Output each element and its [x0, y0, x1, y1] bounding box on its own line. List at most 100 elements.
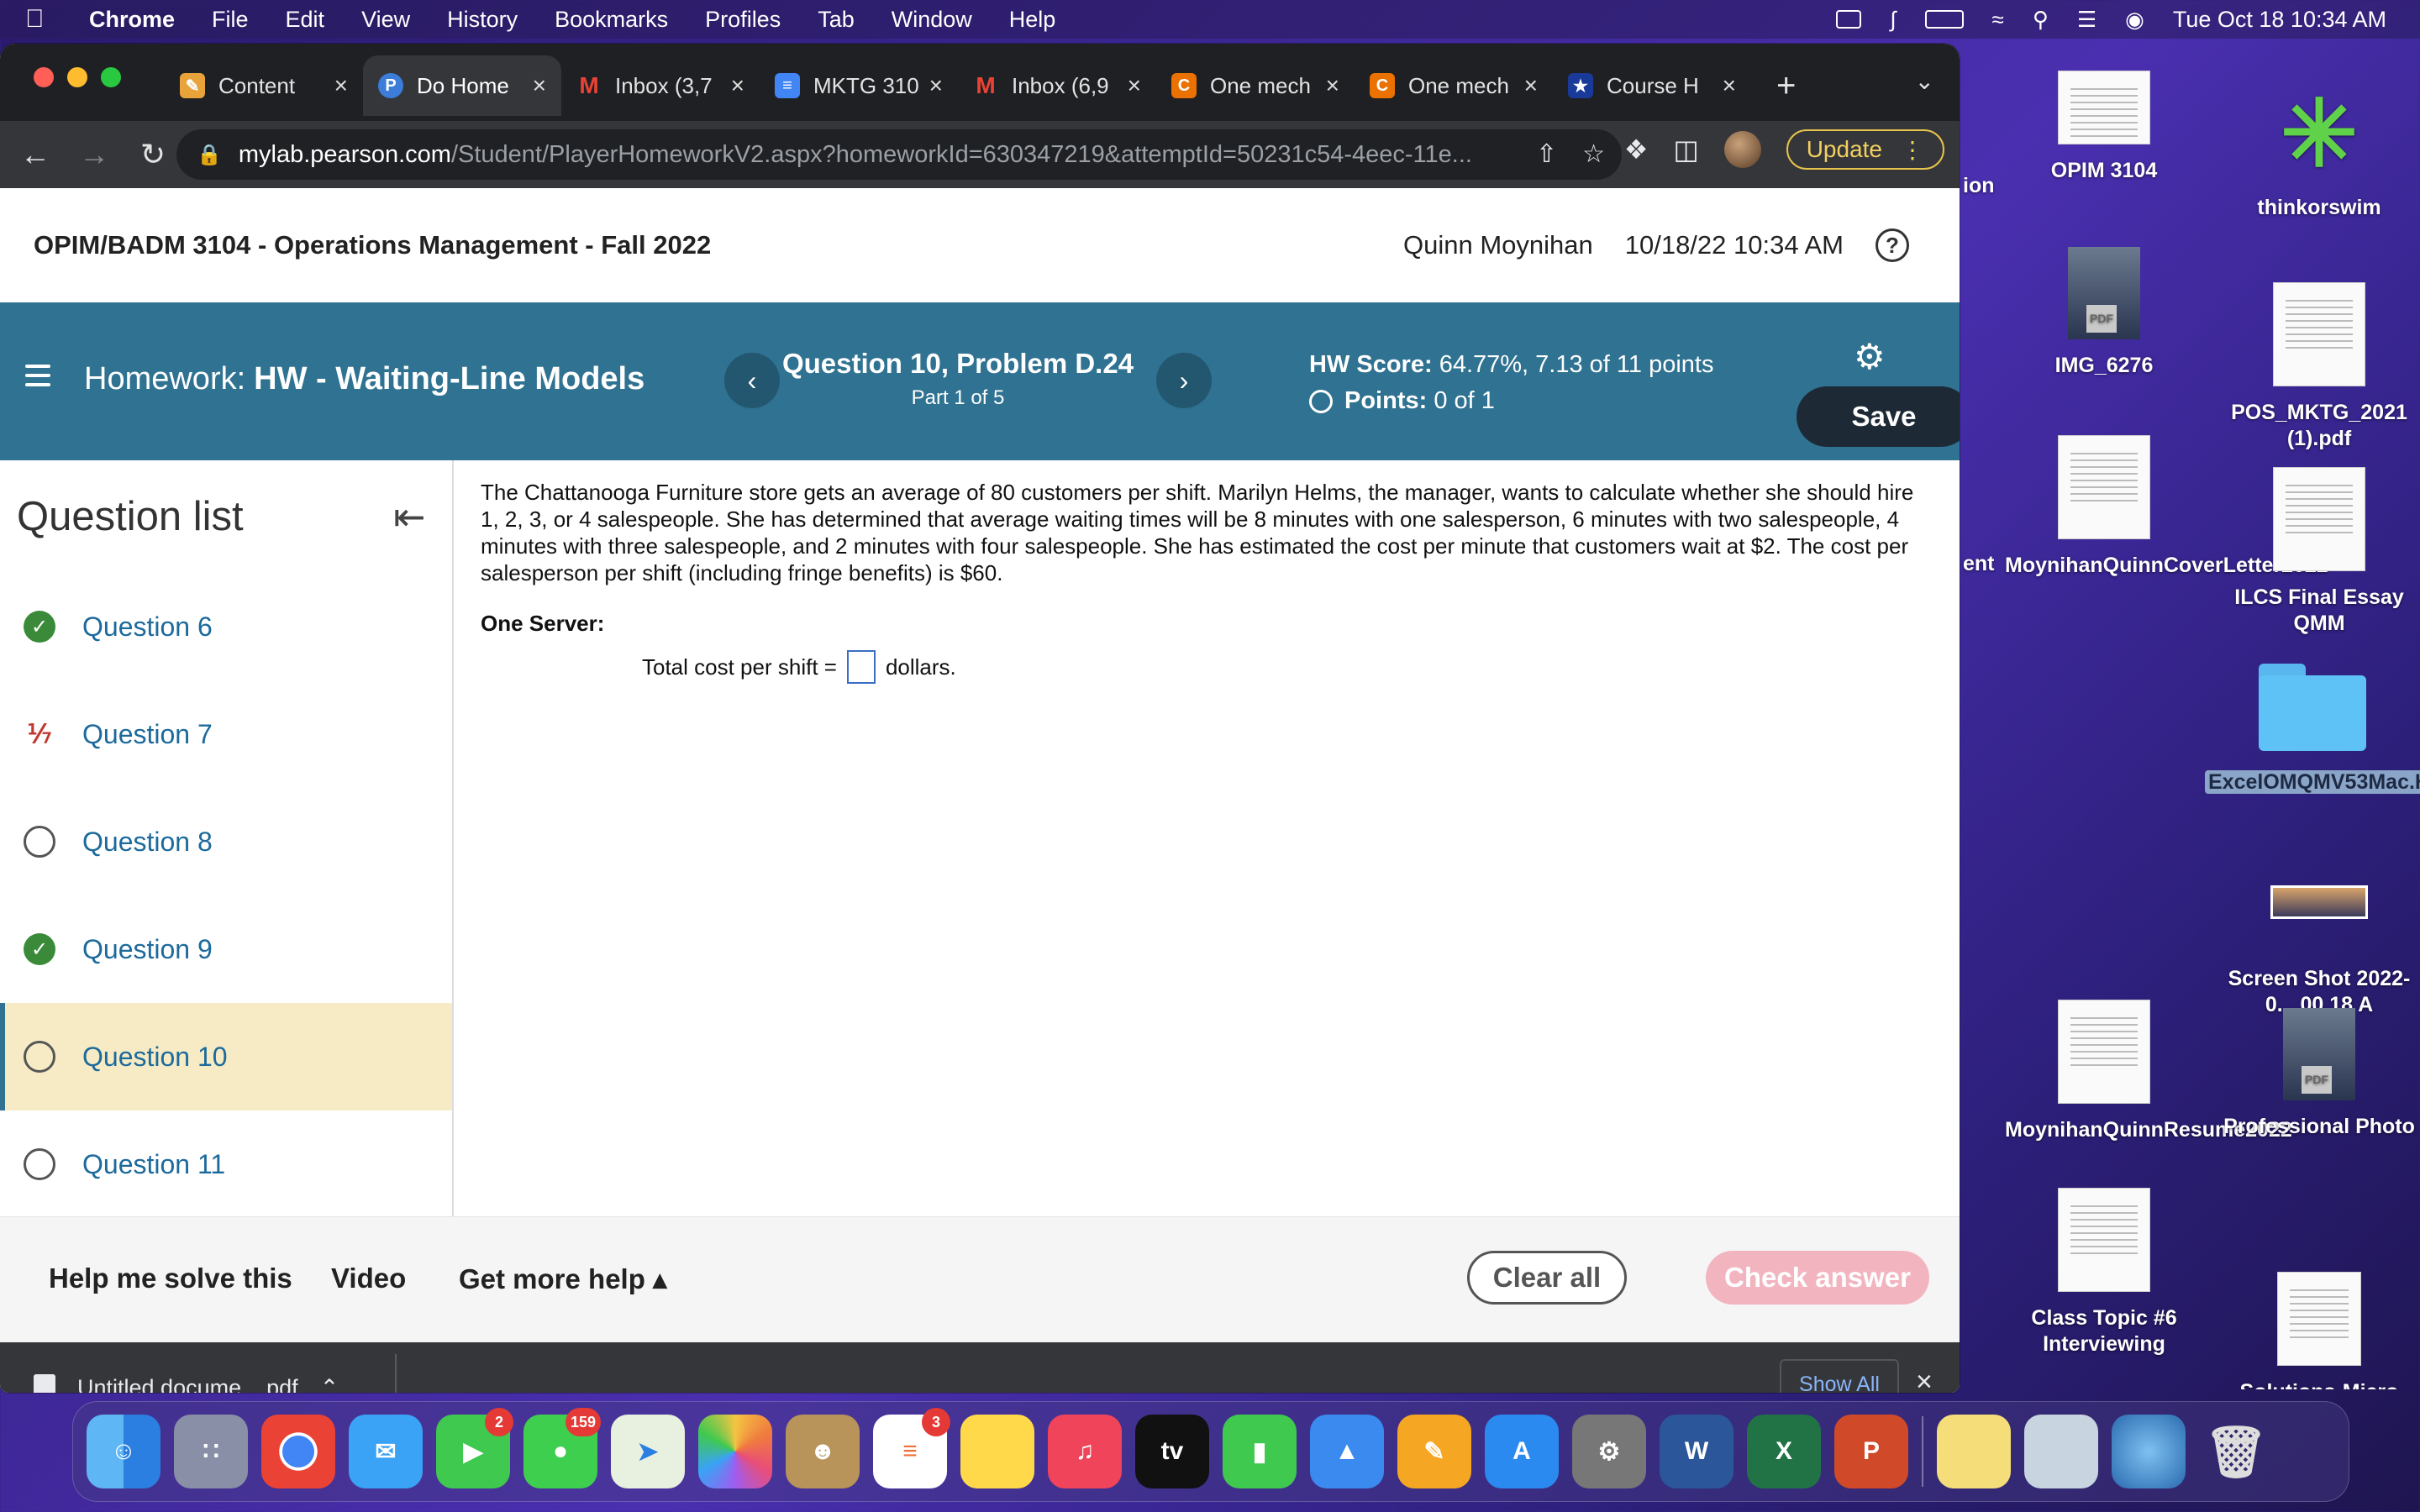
- maps-icon[interactable]: ➤: [611, 1415, 685, 1488]
- close-tab-icon[interactable]: ×: [1723, 72, 1736, 99]
- close-tab-icon[interactable]: ×: [533, 72, 546, 99]
- update-button[interactable]: Update ⋮: [1786, 129, 1944, 170]
- menu-view[interactable]: View: [361, 7, 410, 33]
- side-panel-icon[interactable]: ◫: [1673, 134, 1698, 165]
- tab-inbox-1[interactable]: M Inbox (3,7 ×: [561, 55, 760, 116]
- reload-icon[interactable]: ↻: [129, 137, 176, 172]
- menu-edit[interactable]: Edit: [286, 7, 325, 33]
- share-icon[interactable]: ⇧: [1536, 139, 1557, 169]
- question-list-item-10[interactable]: Question 10: [0, 1003, 452, 1110]
- question-list-item-7[interactable]: ⅐ Question 7: [0, 680, 452, 788]
- question-list-item-6[interactable]: ✓ Question 6: [0, 573, 452, 680]
- desktop-item-solutions[interactable]: Solutions-Micro 2021(2) 2: [2218, 1272, 2420, 1389]
- finder-icon[interactable]: ☺: [87, 1415, 160, 1488]
- excel-icon[interactable]: X: [1747, 1415, 1821, 1488]
- desktop-item-thinkorswim[interactable]: ✳ thinkorswim: [2218, 84, 2420, 221]
- tab-do-homework[interactable]: P Do Home ×: [363, 55, 561, 116]
- clear-all-button[interactable]: Clear all: [1467, 1251, 1627, 1305]
- close-tab-icon[interactable]: ×: [1524, 72, 1538, 99]
- keynote-icon[interactable]: ▲: [1310, 1415, 1384, 1488]
- numbers-icon[interactable]: ▮: [1223, 1415, 1297, 1488]
- trash-icon[interactable]: 🗑: [2199, 1415, 2273, 1488]
- menubar-clock[interactable]: Tue Oct 18 10:34 AM: [2173, 7, 2386, 33]
- facetime-icon[interactable]: ▶ 2: [436, 1408, 513, 1488]
- siri-icon[interactable]: ◉: [2125, 7, 2144, 33]
- apple-menu-icon[interactable]: : [25, 5, 55, 34]
- desktop-item-img6276[interactable]: IMG_6276: [2005, 247, 2203, 379]
- help-me-solve-link[interactable]: Help me solve this: [49, 1263, 292, 1294]
- network-globe-icon[interactable]: [2112, 1415, 2186, 1488]
- pages-icon[interactable]: ✎: [1397, 1415, 1471, 1488]
- address-bar[interactable]: 🔒 mylab.pearson.com/Student/PlayerHomewo…: [176, 129, 1622, 180]
- control-center-icon[interactable]: ☰: [2077, 7, 2096, 33]
- tab-content[interactable]: ✎ Content ×: [165, 55, 363, 116]
- mail-icon[interactable]: ✉: [349, 1415, 423, 1488]
- close-tab-icon[interactable]: ×: [1128, 72, 1141, 99]
- word-icon[interactable]: W: [1660, 1415, 1733, 1488]
- video-link[interactable]: Video: [331, 1263, 406, 1294]
- preview-icon[interactable]: [2024, 1415, 2098, 1488]
- tab-inbox-2[interactable]: M Inbox (6,9 ×: [958, 55, 1156, 116]
- desktop-item-opim[interactable]: OPIM 3104: [2005, 71, 2203, 184]
- input-source-icon[interactable]: [1836, 10, 1862, 29]
- desktop-item-resume[interactable]: MoynihanQuinnResume2022: [2005, 1000, 2292, 1143]
- zoom-window-button[interactable]: [101, 67, 121, 87]
- question-list-item-9[interactable]: ✓ Question 9: [0, 895, 452, 1003]
- total-cost-input[interactable]: [846, 650, 876, 684]
- reminders-icon[interactable]: ≡ 3: [873, 1408, 950, 1488]
- close-tab-icon[interactable]: ×: [929, 72, 943, 99]
- lock-icon[interactable]: 🔒: [197, 143, 222, 167]
- desktop-item-excel-folder[interactable]: ExcelOMQMV53Mac.Heizer: [2205, 655, 2420, 795]
- tab-one-mech-2[interactable]: C One mech ×: [1355, 55, 1553, 116]
- notes-icon[interactable]: [960, 1415, 1034, 1488]
- close-tab-icon[interactable]: ×: [334, 72, 348, 99]
- tab-course-h[interactable]: ★ Course H ×: [1553, 55, 1751, 116]
- battery-icon[interactable]: [1924, 10, 1964, 29]
- close-tab-icon[interactable]: ×: [731, 72, 744, 99]
- desktop-item-cover-letter[interactable]: MoynihanQuinnCoverLetter2022: [2005, 435, 2328, 579]
- collapse-panel-icon[interactable]: ⇤: [393, 494, 426, 539]
- chevron-up-icon[interactable]: ⌃: [320, 1375, 339, 1394]
- download-item[interactable]: Untitled docume....pdf ⌃: [34, 1374, 339, 1393]
- minimize-window-button[interactable]: [67, 67, 87, 87]
- show-all-button[interactable]: Show All: [1780, 1359, 1899, 1393]
- desktop-item-screenshot[interactable]: Screen Shot 2022-0....00.18 A: [2218, 885, 2420, 1018]
- app-store-icon[interactable]: A: [1485, 1415, 1559, 1488]
- menu-help[interactable]: Help: [1009, 7, 1056, 33]
- system-preferences-icon[interactable]: ⚙: [1572, 1415, 1646, 1488]
- back-arrow-icon[interactable]: ←: [12, 137, 59, 172]
- new-tab-button[interactable]: +: [1776, 67, 1796, 105]
- menu-chrome[interactable]: Chrome: [89, 7, 175, 33]
- menu-window[interactable]: Window: [892, 7, 972, 33]
- menu-file[interactable]: File: [212, 7, 249, 33]
- menu-tab[interactable]: Tab: [818, 7, 855, 33]
- desktop-item-pos-mktg[interactable]: POS_MKTG_2021 (1).pdf: [2218, 282, 2420, 452]
- launchpad-icon[interactable]: ∷: [174, 1415, 248, 1488]
- desktop-item-ilcs-essay[interactable]: ILCS Final Essay QMM: [2218, 467, 2420, 637]
- powerpoint-icon[interactable]: P: [1834, 1415, 1908, 1488]
- photos-icon[interactable]: [698, 1415, 772, 1488]
- spotlight-icon[interactable]: ⚲: [2033, 7, 2049, 33]
- close-window-button[interactable]: [34, 67, 54, 87]
- close-tab-icon[interactable]: ×: [1326, 72, 1339, 99]
- get-more-help-link[interactable]: Get more help ▴: [459, 1263, 667, 1295]
- messages-icon[interactable]: ● 159: [523, 1408, 601, 1488]
- question-list-item-8[interactable]: Question 8: [0, 788, 452, 895]
- next-question-button[interactable]: ›: [1156, 353, 1212, 408]
- bookmark-star-icon[interactable]: ☆: [1582, 139, 1605, 169]
- settings-gear-icon[interactable]: ⚙: [1854, 336, 1886, 377]
- apple-tv-icon[interactable]: tv: [1135, 1415, 1209, 1488]
- forward-arrow-icon[interactable]: →: [71, 137, 118, 172]
- hamburger-menu-icon[interactable]: [25, 365, 50, 392]
- question-list-item-11[interactable]: Question 11: [0, 1110, 452, 1218]
- chrome-icon[interactable]: [261, 1415, 335, 1488]
- contacts-icon[interactable]: ☻: [786, 1415, 860, 1488]
- save-button[interactable]: Save: [1797, 386, 1960, 447]
- tab-mktg[interactable]: ≡ MKTG 310 ×: [760, 55, 958, 116]
- extensions-puzzle-icon[interactable]: ❖: [1624, 134, 1649, 165]
- menu-history[interactable]: History: [447, 7, 518, 33]
- tab-search-chevron-icon[interactable]: ⌄: [1915, 67, 1934, 95]
- stickies-icon[interactable]: [1937, 1415, 2011, 1488]
- menu-bookmarks[interactable]: Bookmarks: [555, 7, 668, 33]
- help-icon[interactable]: ?: [1876, 228, 1909, 262]
